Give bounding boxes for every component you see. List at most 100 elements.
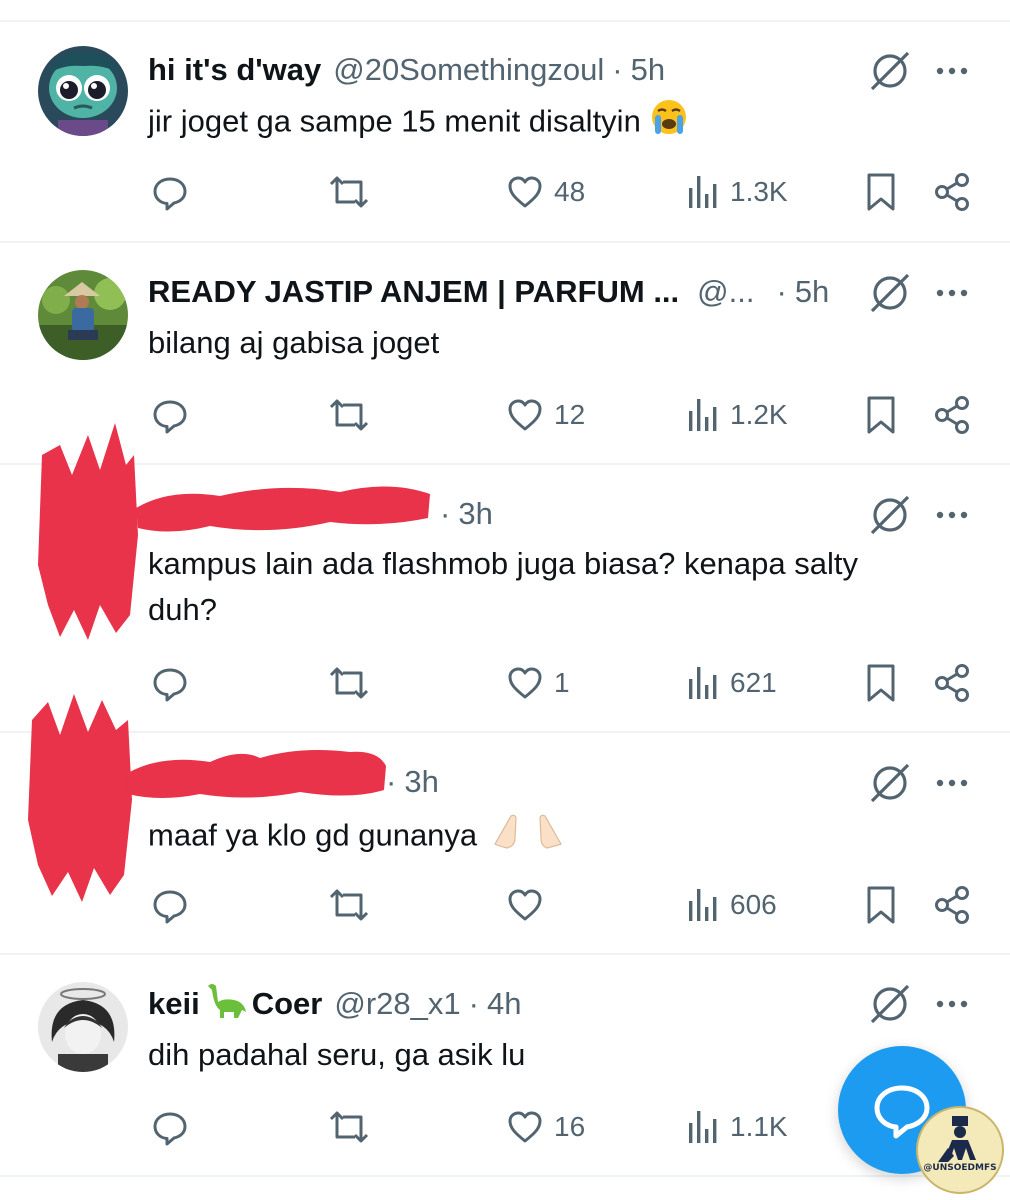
tweet-text: dih padahal seru, ga asik lu: [148, 1032, 948, 1078]
like-button[interactable]: 48: [506, 170, 585, 214]
grok-icon[interactable]: [866, 980, 914, 1028]
reply-button[interactable]: [150, 393, 190, 437]
separator-dot: ·: [612, 52, 623, 87]
tweet-header: READY JASTIP ANJEM | PARFUM ... @... · 5…: [148, 270, 829, 314]
display-name[interactable]: keii: [148, 986, 200, 1022]
tweet-text-line: kampus lain ada flashmob juga biasa? ken…: [148, 546, 859, 581]
more-icon[interactable]: [932, 51, 972, 91]
bookmark-button[interactable]: [864, 661, 898, 705]
more-icon[interactable]: [932, 495, 972, 535]
separator-dot: ·: [468, 986, 479, 1021]
views-button[interactable]: 621: [686, 661, 777, 705]
retweet-icon: [329, 667, 369, 699]
views-button[interactable]: 606: [686, 883, 777, 927]
grok-icon[interactable]: [866, 491, 914, 539]
avatar[interactable]: [38, 982, 128, 1072]
retweet-button[interactable]: [328, 883, 370, 927]
separator-dot: ·: [440, 496, 451, 531]
views-icon: [689, 667, 717, 699]
tweet-divider: [0, 463, 1010, 465]
loudly-crying-face-icon: [649, 97, 689, 150]
like-count: 12: [554, 399, 586, 430]
share-button[interactable]: [932, 883, 972, 927]
reply-icon: [153, 177, 187, 211]
timestamp[interactable]: 3h: [458, 496, 492, 532]
grok-icon[interactable]: [866, 759, 914, 807]
top-divider: [0, 20, 1010, 22]
watermark-text: @UNSOEDMFS: [923, 1163, 997, 1173]
like-button[interactable]: 1: [506, 661, 570, 705]
bookmark-icon: [867, 173, 895, 211]
views-button[interactable]: 1.2K: [686, 393, 788, 437]
view-count: 621: [730, 667, 777, 698]
bottom-divider: [0, 1175, 1010, 1177]
view-count: 1.2K: [730, 399, 788, 430]
tweet-divider: [0, 953, 1010, 955]
timestamp[interactable]: 3h: [404, 764, 438, 800]
sauropod-icon: [204, 980, 248, 1028]
reply-button[interactable]: [150, 661, 190, 705]
tweet-text-content: jir joget ga sampe 15 menit disaltyin: [148, 103, 641, 139]
grok-icon[interactable]: [866, 47, 914, 95]
views-icon: [689, 1111, 717, 1143]
retweet-button[interactable]: [328, 170, 370, 214]
views-button[interactable]: 1.3K: [686, 170, 788, 214]
share-icon: [935, 173, 969, 211]
share-button[interactable]: [932, 170, 972, 214]
retweet-icon: [329, 399, 369, 431]
tweet-header: keii Coer @r28_x1 · 4h: [148, 982, 521, 1026]
like-button[interactable]: 12: [506, 393, 585, 437]
reply-icon: [153, 1112, 187, 1146]
user-handle[interactable]: @...: [697, 274, 754, 310]
share-button[interactable]: [932, 393, 972, 437]
retweet-button[interactable]: [328, 393, 370, 437]
tweet-text: jir joget ga sampe 15 menit disaltyin: [148, 97, 948, 150]
tweet-divider: [0, 731, 1010, 733]
more-icon[interactable]: [932, 273, 972, 313]
bookmark-button[interactable]: [864, 393, 898, 437]
avatar[interactable]: [38, 46, 128, 136]
reply-button[interactable]: [150, 883, 190, 927]
view-count: 1.1K: [730, 1111, 788, 1142]
views-icon: [689, 399, 717, 431]
like-count: 48: [554, 176, 586, 207]
view-count: 606: [730, 889, 777, 920]
reply-button[interactable]: [150, 170, 190, 214]
views-button[interactable]: 1.1K: [686, 1105, 788, 1149]
like-button[interactable]: [506, 883, 554, 927]
retweet-button[interactable]: [328, 661, 370, 705]
bookmark-button[interactable]: [864, 170, 898, 214]
reply-icon: [153, 400, 187, 434]
user-handle[interactable]: @r28_x1: [334, 986, 460, 1022]
bookmark-button[interactable]: [864, 883, 898, 927]
retweet-button[interactable]: [328, 1105, 370, 1149]
reply-button[interactable]: [150, 1105, 190, 1149]
redaction-scribble: [38, 423, 138, 640]
tweet-divider: [0, 241, 1010, 243]
watermark-logo: @UNSOEDMFS: [916, 1106, 1004, 1194]
timestamp[interactable]: 5h: [795, 274, 829, 310]
share-icon: [935, 664, 969, 702]
retweet-icon: [329, 1111, 369, 1143]
display-name[interactable]: hi it's d'way: [148, 52, 321, 88]
display-name[interactable]: Coer: [252, 986, 323, 1022]
retweet-icon: [329, 176, 369, 208]
timestamp[interactable]: 4h: [487, 986, 521, 1022]
share-button[interactable]: [932, 661, 972, 705]
like-count: 1: [554, 667, 570, 698]
heart-icon: [508, 1111, 542, 1143]
user-handle[interactable]: @20Somethingzoul: [333, 52, 604, 88]
display-name[interactable]: READY JASTIP ANJEM | PARFUM ...: [148, 274, 679, 310]
share-icon: [935, 396, 969, 434]
separator-dot: ·: [386, 764, 397, 799]
grok-icon[interactable]: [866, 269, 914, 317]
more-icon[interactable]: [932, 984, 972, 1024]
tweet-header: · 3h: [386, 760, 439, 804]
avatar[interactable]: [38, 270, 128, 360]
more-icon[interactable]: [932, 763, 972, 803]
like-button[interactable]: 16: [506, 1105, 585, 1149]
views-icon: [689, 889, 717, 921]
bookmark-icon: [867, 886, 895, 924]
timestamp[interactable]: 5h: [631, 52, 665, 88]
redaction-scribble: [126, 750, 386, 798]
